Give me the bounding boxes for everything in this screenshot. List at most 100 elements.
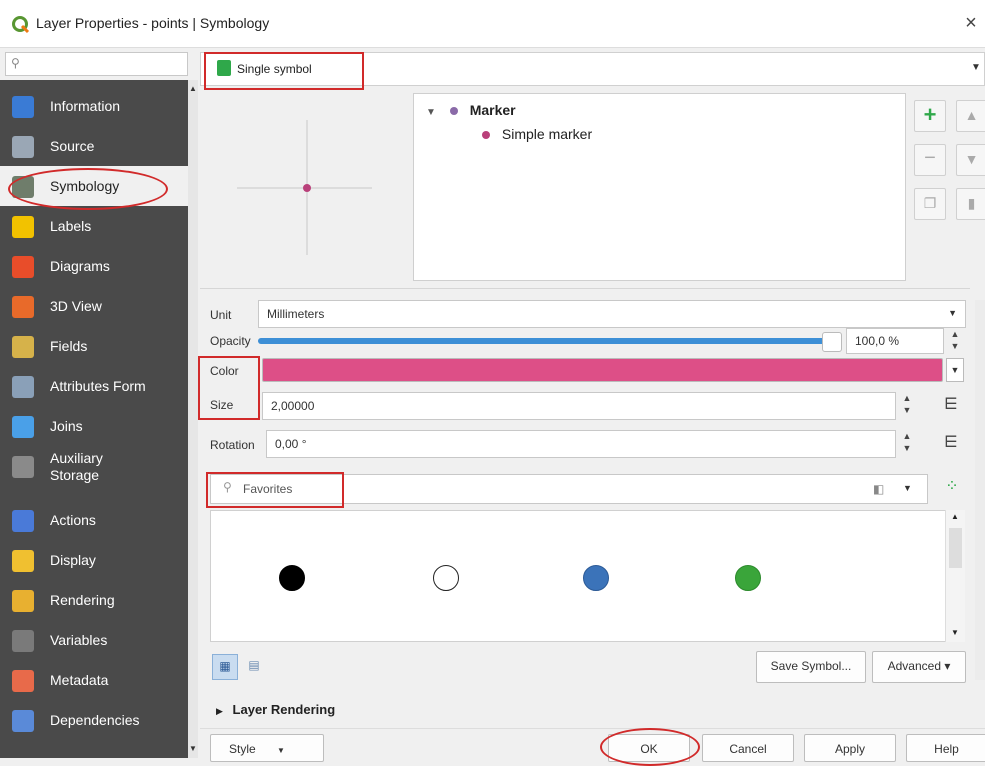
chevron-down-icon: ▼ xyxy=(948,308,957,318)
3d-view-icon xyxy=(12,296,34,318)
display-icon xyxy=(12,550,34,572)
favorites-highlight-box xyxy=(206,472,344,508)
sidebar-item-variables[interactable]: Variables xyxy=(0,620,188,660)
color-button[interactable] xyxy=(262,358,943,382)
arrow-down-icon: ▼ xyxy=(964,151,979,167)
rotation-value: 0,00 ° xyxy=(275,437,307,451)
marker-icon xyxy=(449,106,458,115)
sidebar-item-metadata[interactable]: Metadata xyxy=(0,660,188,700)
symbol-list-scrollbar[interactable]: ▲ ▼ xyxy=(945,510,965,642)
sidebar-item-attributes-form[interactable]: Attributes Form xyxy=(0,366,188,406)
lock-layer-button[interactable]: ▮ xyxy=(956,188,985,220)
scroll-thumb[interactable] xyxy=(949,528,962,568)
dependencies-icon xyxy=(12,710,34,732)
opacity-spinner[interactable]: ▲ ▼ xyxy=(946,328,964,354)
lock-icon: ▮ xyxy=(967,195,976,211)
tree-row-marker[interactable]: ▼ Marker xyxy=(426,102,516,118)
color-size-highlight-box xyxy=(198,356,260,420)
rotation-spinbox[interactable]: 0,00 ° xyxy=(266,430,896,458)
sidebar-item-label: Fields xyxy=(50,338,88,354)
opacity-slider-fill xyxy=(258,338,828,344)
sidebar-scrollbar[interactable]: ▲ ▼ xyxy=(188,80,198,758)
joins-icon xyxy=(12,416,34,438)
advanced-button[interactable]: Advanced ▾ xyxy=(872,651,966,683)
arrow-up-icon: ▲ xyxy=(964,107,979,123)
sidebar-item-label: Variables xyxy=(50,632,108,648)
auxiliary-storage-icon xyxy=(12,456,34,478)
sidebar-item-dependencies[interactable]: Dependencies xyxy=(0,700,188,740)
sidebar-item-display[interactable]: Display xyxy=(0,540,188,580)
qgis-logo-icon xyxy=(12,16,30,34)
size-spinbox[interactable]: 2,00000 xyxy=(262,392,896,420)
opacity-slider[interactable] xyxy=(258,338,838,344)
layer-rendering-label: Layer Rendering xyxy=(232,702,336,717)
fields-icon xyxy=(12,336,34,358)
renderer-highlight-box xyxy=(204,52,364,90)
window-title: Layer Properties - points | Symbology xyxy=(36,15,270,31)
size-value: 2,00000 xyxy=(271,399,315,413)
color-dropdown-button[interactable]: ▼ xyxy=(946,358,964,382)
symbol-layer-tree[interactable]: ▼ Marker Simple marker xyxy=(413,93,906,281)
data-defined-override-icon[interactable]: ⋿ xyxy=(940,432,962,454)
tree-child-label: Simple marker xyxy=(501,126,593,142)
sidebar-item-joins[interactable]: Joins xyxy=(0,406,188,446)
scroll-up-icon[interactable]: ▲ xyxy=(189,84,197,93)
panel-scrollbar[interactable] xyxy=(975,300,985,680)
sidebar-item-label: Joins xyxy=(50,418,83,434)
list-view-button[interactable]: ▤ xyxy=(242,654,266,678)
chevron-down-icon[interactable]: ▼ xyxy=(903,483,912,493)
data-defined-override-icon[interactable]: ⋿ xyxy=(940,394,962,416)
sidebar-item-rendering[interactable]: Rendering xyxy=(0,580,188,620)
tree-root-label: Marker xyxy=(469,102,516,118)
opacity-spinbox[interactable]: 100,0 % xyxy=(846,328,944,354)
sidebar-item-label: Source xyxy=(50,138,95,154)
symbol-black-dot[interactable] xyxy=(279,565,305,591)
scroll-up-icon[interactable]: ▲ xyxy=(951,512,959,521)
sidebar-item-labels[interactable]: Labels xyxy=(0,206,188,246)
expand-arrow-icon[interactable]: ▼ xyxy=(426,107,436,118)
tree-row-simple-marker[interactable]: Simple marker xyxy=(470,126,592,142)
symbol-white-dot[interactable] xyxy=(433,565,459,591)
sidebar-item-3d-view[interactable]: 3D View xyxy=(0,286,188,326)
sidebar-item-auxiliary-storage[interactable]: Auxiliary Storage xyxy=(0,446,188,486)
symbol-green-dot[interactable] xyxy=(735,565,761,591)
attributes-form-icon xyxy=(12,376,34,398)
sidebar-search-input[interactable]: ⚲ xyxy=(5,52,188,76)
scroll-down-icon[interactable]: ▼ xyxy=(951,628,959,637)
add-layer-button[interactable]: + xyxy=(914,100,946,132)
sidebar-item-label: Dependencies xyxy=(50,712,140,728)
layer-rendering-section[interactable]: ▶ Layer Rendering xyxy=(216,702,335,717)
symbol-blue-dot[interactable] xyxy=(583,565,609,591)
info-icon xyxy=(12,96,34,118)
sidebar-item-label: 3D View xyxy=(50,298,102,314)
sidebar-item-information[interactable]: Information xyxy=(0,86,188,126)
symbol-library-list[interactable] xyxy=(210,510,965,642)
icon-view-button[interactable]: ▦ xyxy=(212,654,238,680)
move-up-button[interactable]: ▲ xyxy=(956,100,985,132)
diagrams-icon xyxy=(12,256,34,278)
opacity-slider-handle[interactable] xyxy=(822,332,842,352)
sidebar-item-diagrams[interactable]: Diagrams xyxy=(0,246,188,286)
opacity-value: 100,0 % xyxy=(855,334,900,348)
size-spinner[interactable]: ▲ ▼ xyxy=(898,392,916,418)
symbol-preview xyxy=(237,120,372,255)
unit-combobox[interactable]: Millimeters ▼ xyxy=(258,300,966,328)
unit-label: Unit xyxy=(210,308,232,322)
style-manager-icon[interactable]: ⁘ xyxy=(940,476,964,500)
symbology-highlight-oval xyxy=(8,168,168,210)
remove-layer-button[interactable]: − xyxy=(914,144,946,176)
duplicate-layer-button[interactable]: ❐ xyxy=(914,188,946,220)
list-icon: ▤ xyxy=(248,658,260,672)
scroll-down-icon[interactable]: ▼ xyxy=(189,744,197,753)
style-label: Style xyxy=(229,742,256,756)
move-down-button[interactable]: ▼ xyxy=(956,144,985,176)
title-bar: Layer Properties - points | Symbology × xyxy=(0,0,985,48)
sidebar-item-source[interactable]: Source xyxy=(0,126,188,166)
rotation-spinner[interactable]: ▲ ▼ xyxy=(898,430,916,456)
save-symbol-button[interactable]: Save Symbol... xyxy=(756,651,866,683)
tag-icon[interactable]: ◧ xyxy=(873,482,884,496)
sidebar-item-actions[interactable]: Actions xyxy=(0,500,188,540)
close-button[interactable]: × xyxy=(960,12,982,35)
sidebar-item-fields[interactable]: Fields xyxy=(0,326,188,366)
metadata-icon xyxy=(12,670,34,692)
